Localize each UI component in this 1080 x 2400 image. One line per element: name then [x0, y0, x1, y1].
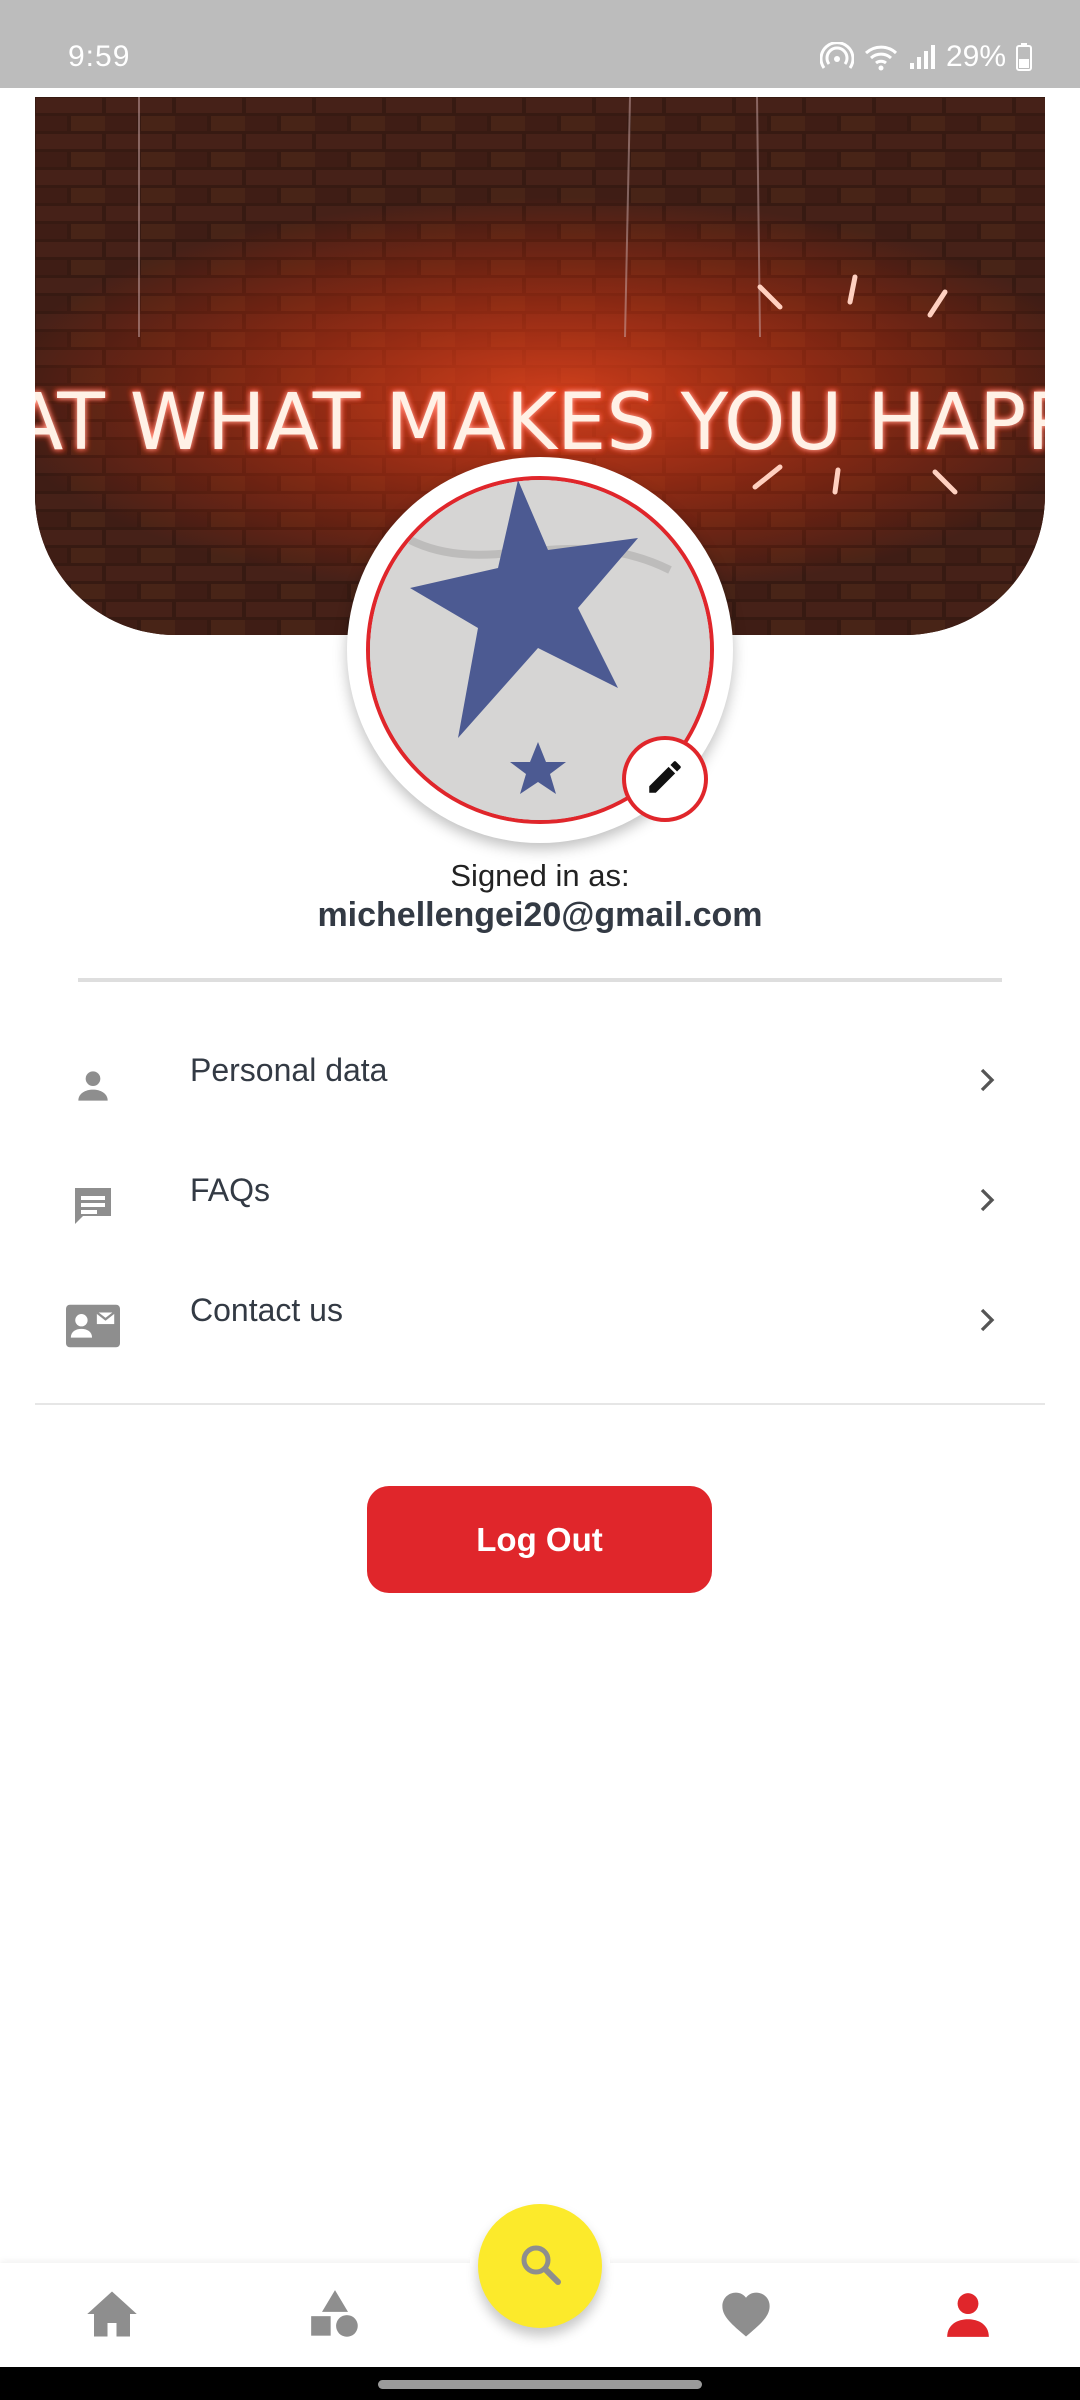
status-bar: 9:59 29%: [0, 0, 1080, 88]
home-indicator[interactable]: [378, 2380, 702, 2389]
battery-icon: [1016, 43, 1032, 71]
home-icon: [85, 2289, 139, 2344]
menu-item-label: Contact us: [190, 1292, 343, 1328]
menu-item-faqs[interactable]: FAQs: [35, 1150, 1045, 1260]
nav-home[interactable]: [80, 2286, 144, 2346]
logout-button[interactable]: Log Out: [367, 1486, 712, 1593]
menu-item-contact-us[interactable]: Contact us: [35, 1270, 1045, 1380]
chevron-right-icon: [967, 1180, 1007, 1220]
search-button[interactable]: [478, 2204, 602, 2328]
pencil-icon: [644, 756, 686, 803]
menu-item-personal-data[interactable]: Personal data: [35, 1030, 1045, 1140]
categories-icon: [309, 2288, 361, 2345]
wifi-icon: [864, 43, 898, 71]
favorites-icon: [719, 2289, 773, 2344]
signed-in-label: Signed in as:: [450, 858, 630, 893]
chat-icon: [65, 1178, 121, 1234]
menu-item-label: FAQs: [190, 1172, 271, 1208]
search-icon: [516, 2240, 564, 2293]
contact-card-icon: [65, 1298, 121, 1354]
battery-text: 29%: [945, 40, 1006, 73]
nav-favorites[interactable]: [714, 2286, 778, 2346]
person-icon: [65, 1058, 121, 1114]
divider: [35, 1403, 1045, 1405]
signal-icon: [908, 43, 936, 71]
status-icons: 29%: [819, 40, 1032, 74]
nav-categories[interactable]: [303, 2286, 367, 2346]
menu-item-label: Personal data: [190, 1052, 388, 1088]
profile-icon: [943, 2289, 993, 2344]
neon-sign-core: EAT WHAT MAKES YOU HAPPY: [35, 378, 1045, 468]
nav-profile[interactable]: [936, 2286, 1000, 2346]
chevron-right-icon: [967, 1060, 1007, 1100]
user-email: michellengei20@gmail.com: [317, 896, 763, 934]
edit-avatar-button[interactable]: [622, 736, 708, 822]
hotspot-icon: [819, 42, 854, 72]
chevron-right-icon: [967, 1300, 1007, 1340]
status-time: 9:59: [68, 40, 131, 73]
divider: [78, 978, 1002, 982]
